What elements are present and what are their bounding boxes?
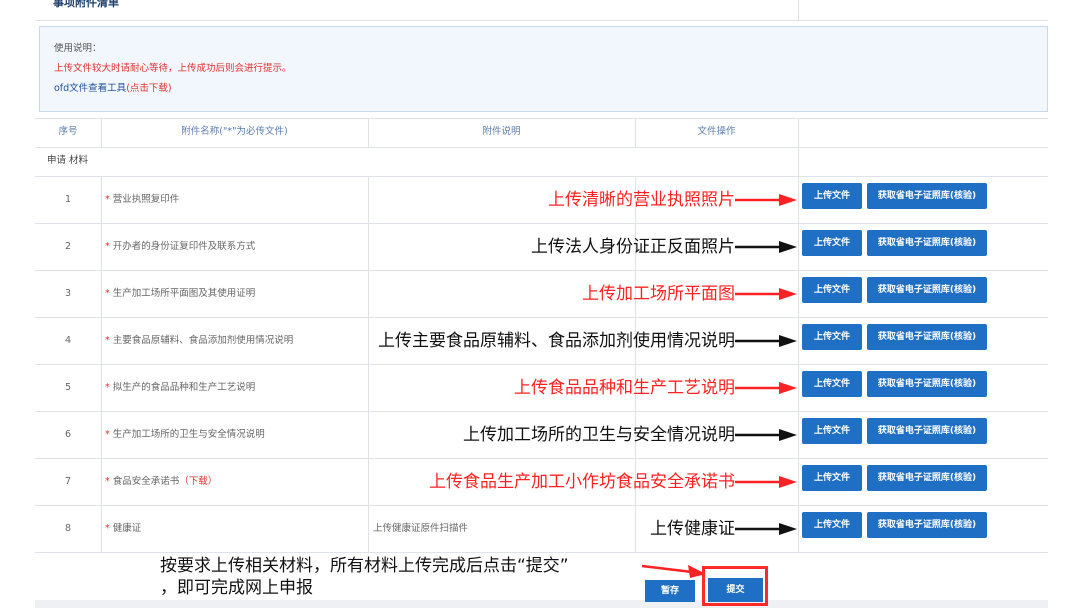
notice-heading: 使用说明： [54, 43, 102, 54]
row-number: 2 [64, 241, 72, 252]
required-star: * [105, 476, 113, 487]
bottom-instruction-line2: ，即可完成网上申报 [160, 578, 313, 598]
row-name-text: 生产加工场所平面图及其使用证明 [112, 288, 256, 299]
submit-arrow [641, 564, 706, 578]
required-star: * [105, 241, 113, 252]
upload-file-button[interactable]: 上传文件 [802, 512, 862, 538]
row-name-text: 主要食品原辅料、食品添加剂使用情况说明 [112, 335, 294, 346]
row-number: 8 [64, 523, 72, 534]
required-star: * [105, 335, 113, 346]
table-row: 3 * 生产加工场所平面图及其使用证明 上传文件 获取省电子证照库(核验) 上传加工场所… [35, 271, 1048, 318]
group-label: 申请 材料 [47, 155, 89, 166]
row-annotation: 上传主要食品原辅料、食品添加剂使用情况说明 [378, 331, 735, 351]
required-star: * [105, 429, 113, 440]
fetch-e-license-button[interactable]: 获取省电子证照库(核验) [867, 183, 987, 209]
row-attachment-name: * 营业执照复印件 [105, 190, 179, 210]
fetch-e-license-button[interactable]: 获取省电子证照库(核验) [867, 230, 987, 256]
bottom-instruction-line1: 按要求上传相关材料，所有材料上传完成后点击“提交” [160, 556, 569, 576]
upload-file-button[interactable]: 上传文件 [802, 230, 862, 256]
section-header: 事项附件清单 [35, 0, 1048, 21]
row-attachment-name: * 食品安全承诺书（下载） [105, 472, 217, 492]
row-number: 5 [64, 382, 72, 393]
row-number: 6 [64, 429, 72, 440]
row-annotation: 上传清晰的营业执照照片 [548, 190, 735, 210]
table-row: 5 * 拟生产的食品品种和生产工艺说明 上传文件 获取省电子证照库(核验) 上传食品品种… [35, 365, 1048, 412]
upload-file-button[interactable]: 上传文件 [802, 418, 862, 444]
row-number: 4 [64, 335, 72, 346]
usage-notice: 使用说明： 上传文件较大时请耐心等待，上传成功后则会进行提示。 ofd文件查看工… [39, 26, 1048, 112]
row-attachment-name: * 开办者的身份证复印件及联系方式 [105, 237, 255, 257]
upload-file-button[interactable]: 上传文件 [802, 183, 862, 209]
row-name-text: 食品安全承诺书 [112, 476, 180, 487]
notice-warning: 上传文件较大时请耐心等待，上传成功后则会进行提示。 [54, 63, 292, 74]
annotation-arrow [735, 523, 797, 535]
row-attachment-name: * 生产加工场所平面图及其使用证明 [105, 284, 255, 304]
fetch-e-license-button[interactable]: 获取省电子证照库(核验) [867, 418, 987, 444]
fetch-e-license-button[interactable]: 获取省电子证照库(核验) [867, 277, 987, 303]
row-name-text: 健康证 [112, 523, 142, 534]
download-link[interactable]: （下载） [179, 476, 217, 487]
fetch-e-license-button[interactable]: 获取省电子证照库(核验) [867, 324, 987, 350]
table-row: 8 * 健康证 上传健康证原件扫描件 上传文件 获取省电子证照库(核验) 上传健康证 [35, 506, 1048, 553]
upload-file-button[interactable]: 上传文件 [802, 324, 862, 350]
annotation-arrow [735, 476, 797, 488]
table-row: 7 * 食品安全承诺书（下载） 上传文件 获取省电子证照库(核验) 上传食品生产加工小作… [35, 459, 1048, 506]
submit-button[interactable]: 提交 [708, 578, 763, 602]
row-name-text: 营业执照复印件 [112, 194, 180, 205]
row-attachment-name: * 健康证 [105, 519, 141, 539]
footer-bar [35, 600, 1048, 608]
table-row: 6 * 生产加工场所的卫生与安全情况说明 上传文件 获取省电子证照库(核验) 上传加工场… [35, 412, 1048, 459]
row-number: 3 [64, 288, 72, 299]
ofd-download-link[interactable]: (点击下载) [126, 83, 171, 94]
bottom-instruction: 按要求上传相关材料，所有材料上传完成后点击“提交” ，即可完成网上申报 [160, 555, 569, 599]
fetch-e-license-button[interactable]: 获取省电子证照库(核验) [867, 371, 987, 397]
header-ops: 文件操作 [697, 126, 736, 137]
row-annotation: 上传健康证 [650, 519, 735, 539]
row-annotation: 上传食品生产加工小作坊食品安全承诺书 [429, 472, 735, 492]
row-annotation: 上传食品品种和生产工艺说明 [514, 378, 735, 398]
annotation-arrow [735, 194, 797, 206]
ofd-tool-label: ofd文件查看工具 [54, 83, 127, 94]
fetch-e-license-button[interactable]: 获取省电子证照库(核验) [867, 512, 987, 538]
header-seq: 序号 [58, 126, 78, 137]
annotation-arrow [735, 335, 797, 347]
row-annotation: 上传加工场所的卫生与安全情况说明 [463, 425, 735, 445]
required-star: * [105, 194, 113, 205]
row-number: 7 [64, 476, 72, 487]
notice-ofd-tool: ofd文件查看工具(点击下载) [54, 79, 1047, 99]
table-row: 2 * 开办者的身份证复印件及联系方式 上传文件 获取省电子证照库(核验) 上传法人身份… [35, 224, 1048, 271]
row-attachment-name: * 生产加工场所的卫生与安全情况说明 [105, 425, 265, 445]
annotation-arrow [735, 382, 797, 394]
header-desc: 附件说明 [482, 126, 521, 137]
required-star: * [105, 382, 113, 393]
section-title: 事项附件清单 [53, 0, 119, 9]
attachment-panel: 事项附件清单 使用说明： 上传文件较大时请耐心等待，上传成功后则会进行提示。 o… [35, 0, 1048, 553]
fetch-e-license-button[interactable]: 获取省电子证照库(核验) [867, 465, 987, 491]
row-name-text: 开办者的身份证复印件及联系方式 [112, 241, 256, 252]
annotation-arrow [735, 241, 797, 253]
save-button[interactable]: 暂存 [645, 580, 695, 602]
row-number: 1 [64, 194, 72, 205]
row-annotation: 上传加工场所平面图 [582, 284, 735, 304]
annotation-arrow [735, 288, 797, 300]
required-star: * [105, 288, 113, 299]
required-star: * [105, 523, 113, 534]
row-attachment-name: * 主要食品原辅料、食品添加剂使用情况说明 [105, 331, 293, 351]
row-annotation: 上传法人身份证正反面照片 [531, 237, 735, 257]
upload-file-button[interactable]: 上传文件 [802, 465, 862, 491]
row-name-text: 拟生产的食品品种和生产工艺说明 [112, 382, 256, 393]
upload-file-button[interactable]: 上传文件 [802, 277, 862, 303]
header-name: 附件名称("*"为必传文件) [181, 126, 288, 137]
row-description: 上传健康证原件扫描件 [373, 523, 469, 534]
header-divider [798, 0, 799, 20]
upload-file-button[interactable]: 上传文件 [802, 371, 862, 397]
table-row: 1 * 营业执照复印件 上传文件 获取省电子证照库(核验) 上传清晰的营业执照照片 [35, 177, 1048, 224]
table-row: 4 * 主要食品原辅料、食品添加剂使用情况说明 上传文件 获取省电子证照库(核验) 上传… [35, 318, 1048, 365]
row-attachment-name: * 拟生产的食品品种和生产工艺说明 [105, 378, 255, 398]
annotation-arrow [735, 429, 797, 441]
row-name-text: 生产加工场所的卫生与安全情况说明 [112, 429, 265, 440]
